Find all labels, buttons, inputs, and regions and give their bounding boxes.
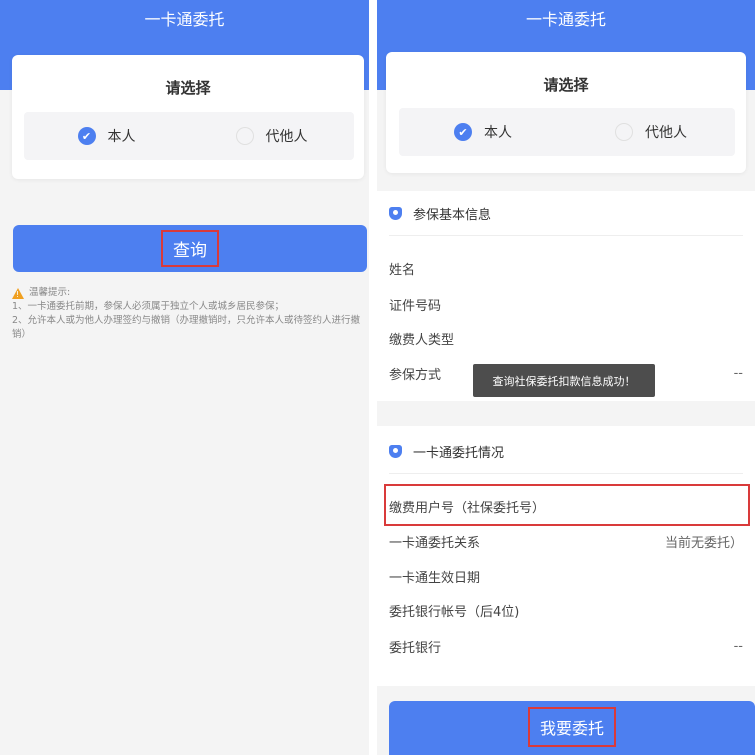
field-value: 当前无委托） <box>664 535 743 551</box>
page-title: 一卡通委托 <box>144 10 225 29</box>
query-button[interactable]: 查询 <box>13 225 367 272</box>
field-entrust-relation: 一卡通委托关系 当前无委托） <box>389 531 743 551</box>
selection-card: 请选择 ✔ 本人 代他人 <box>386 52 746 173</box>
divider <box>389 235 743 236</box>
basic-info-header: 参保基本信息 <box>389 204 491 223</box>
radio-others-label: 代他人 <box>265 129 308 145</box>
field-value: -- <box>733 365 743 381</box>
check-circle-icon: ✔ <box>454 123 472 141</box>
shield-icon <box>389 207 402 220</box>
identity-radio-group: ✔ 本人 代他人 <box>399 108 735 156</box>
field-label: 一卡通委托关系 <box>389 535 481 551</box>
tip-line-1: 1、一卡通委托前期，参保人必须属于独立个人或城乡居民参保； <box>12 301 285 312</box>
field-name: 姓名 <box>389 258 743 278</box>
tips-heading: 温馨提示: <box>29 287 71 298</box>
empty-circle-icon <box>235 127 254 145</box>
shield-icon <box>389 445 402 458</box>
field-id-number: 证件号码 <box>389 294 743 314</box>
tips-block: ! 温馨提示: 1、一卡通委托前期，参保人必须属于独立个人或城乡居民参保； 2、… <box>12 286 362 342</box>
radio-self[interactable]: ✔ 本人 <box>24 112 189 160</box>
entrust-info-title: 一卡通委托情况 <box>413 446 505 461</box>
radio-others[interactable]: 代他人 <box>189 112 354 160</box>
field-effective-date: 一卡通生效日期 <box>389 566 743 586</box>
field-label: 参保方式 <box>389 367 442 383</box>
selection-heading: 请选择 <box>543 76 589 94</box>
field-bank: 委托银行 -- <box>389 636 743 656</box>
check-circle-icon: ✔ <box>77 127 96 145</box>
entrust-info-header: 一卡通委托情况 <box>389 442 504 461</box>
basic-info-title: 参保基本信息 <box>413 208 492 223</box>
field-value: -- <box>733 638 743 654</box>
query-button-label: 查询 <box>161 230 219 267</box>
field-label: 证件号码 <box>389 298 442 314</box>
toast-message: 查询社保委托扣款信息成功！ <box>473 364 655 397</box>
field-label: 姓名 <box>389 262 416 278</box>
field-label: 缴费人类型 <box>389 332 455 348</box>
selection-card: 请选择 ✔ 本人 代他人 <box>12 55 364 179</box>
identity-radio-group: ✔ 本人 代他人 <box>24 112 354 160</box>
left-screen: 一卡通委托 请选择 ✔ 本人 代他人 查询 ! 温馨提示: 1、一卡通委托前期，… <box>0 0 369 755</box>
divider <box>389 473 743 474</box>
entrust-info-panel: 一卡通委托情况 缴费用户号（社保委托号） 一卡通委托关系 当前无委托） 一卡通生… <box>377 426 755 686</box>
field-bank-account-last4: 委托银行帐号（后4位) <box>389 600 743 620</box>
entrust-button[interactable]: 我要委托 <box>389 701 755 755</box>
warning-icon: ! <box>12 287 24 299</box>
entrust-button-label: 我要委托 <box>527 707 616 747</box>
field-label: 委托银行 <box>389 640 442 656</box>
selection-heading: 请选择 <box>165 79 211 97</box>
screenshot-composite: 一卡通委托 请选择 ✔ 本人 代他人 查询 ! 温馨提示: 1、一卡通委托前期，… <box>0 0 755 755</box>
highlight-annotation <box>384 484 750 526</box>
radio-others[interactable]: 代他人 <box>567 108 735 156</box>
radio-self[interactable]: ✔ 本人 <box>399 108 567 156</box>
radio-self-label: 本人 <box>484 125 512 141</box>
page-title: 一卡通委托 <box>525 10 606 29</box>
right-screen: 一卡通委托 请选择 ✔ 本人 代他人 参保基本信息 姓名 证件号码 缴费人类型 … <box>377 0 755 755</box>
tip-line-2: 2、允许本人或为他人办理签约与撤销（办理撤销时，只允许本人或待签约人进行撤销） <box>12 315 361 340</box>
radio-others-label: 代他人 <box>645 125 687 141</box>
field-payer-type: 缴费人类型 <box>389 328 743 348</box>
empty-circle-icon <box>615 123 633 141</box>
radio-self-label: 本人 <box>107 129 136 145</box>
field-label: 委托银行帐号（后4位) <box>389 604 520 620</box>
field-label: 一卡通生效日期 <box>389 570 481 586</box>
